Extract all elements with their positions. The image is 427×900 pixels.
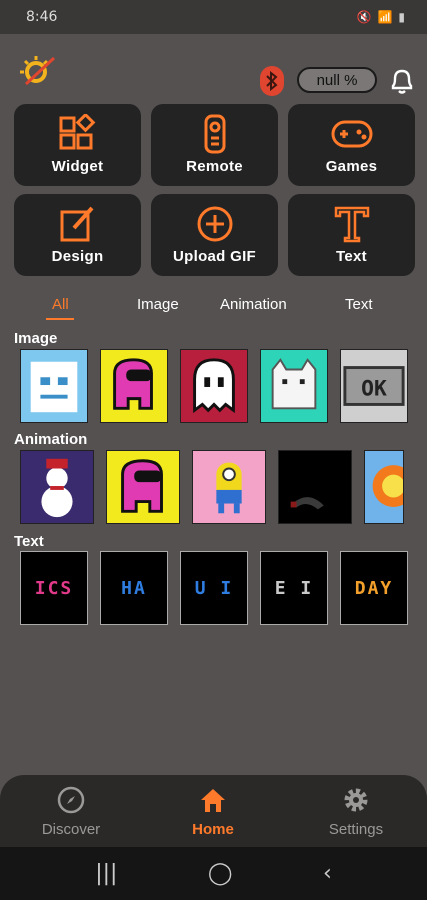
widget-tile[interactable]: Widget xyxy=(14,104,141,186)
remote-tile[interactable]: Remote xyxy=(151,104,278,186)
text-thumb-4[interactable]: E I xyxy=(260,551,328,625)
section-animation-title: Animation xyxy=(14,431,88,448)
text-thumb-1[interactable]: ICS xyxy=(20,551,88,625)
nav-home[interactable]: Home xyxy=(158,785,268,838)
logo-icon xyxy=(20,56,56,86)
text-T-icon xyxy=(334,206,369,243)
widget-icon xyxy=(59,114,95,150)
nav-settings[interactable]: Settings xyxy=(301,785,411,838)
remote-label: Remote xyxy=(186,158,243,175)
status-bar: 8:46 🔇 📶 ▮ xyxy=(0,0,427,34)
animation-thumb-snowman[interactable] xyxy=(20,450,94,524)
animation-row xyxy=(20,450,404,526)
status-time: 8:46 xyxy=(26,9,58,25)
text-tile[interactable]: Text xyxy=(288,194,415,276)
compass-icon xyxy=(57,786,85,814)
gear-icon xyxy=(344,788,368,812)
home-icon xyxy=(201,789,225,812)
tab-active-underline xyxy=(46,318,74,320)
home-circle-icon[interactable]: ◯ xyxy=(208,861,233,886)
wifi-icon: 📶 xyxy=(377,10,393,24)
back-icon[interactable]: ‹ xyxy=(323,861,332,886)
games-tile[interactable]: Games xyxy=(288,104,415,186)
text-thumb-2[interactable]: HA xyxy=(100,551,168,625)
text-row: ICS HA U I E I DAY xyxy=(20,551,408,627)
mute-icon: 🔇 xyxy=(356,10,372,24)
bell-icon[interactable] xyxy=(388,66,416,96)
battery-icon: ▮ xyxy=(398,10,405,24)
section-image-title: Image xyxy=(14,330,58,347)
animation-thumb-minion[interactable] xyxy=(192,450,266,524)
app-header: null % xyxy=(0,34,427,100)
tab-animation[interactable]: Animation xyxy=(220,296,287,313)
gamepad-icon xyxy=(331,120,372,148)
nav-settings-label: Settings xyxy=(328,821,384,838)
plus-circle-icon xyxy=(197,206,232,242)
animation-thumb-explosion[interactable] xyxy=(364,450,404,524)
image-thumb-cat[interactable] xyxy=(260,349,328,423)
nav-home-label: Home xyxy=(192,821,234,838)
text-thumb-3[interactable]: U I xyxy=(180,551,248,625)
image-thumb-robot[interactable] xyxy=(20,349,88,423)
image-row: OK xyxy=(20,349,408,425)
image-thumb-among-us-pink[interactable] xyxy=(100,349,168,423)
upload-gif-tile[interactable]: Upload GIF xyxy=(151,194,278,276)
upload-gif-label: Upload GIF xyxy=(173,248,256,265)
filter-tabs: All Image Animation Text xyxy=(0,292,427,324)
edit-icon xyxy=(60,206,93,242)
tab-image[interactable]: Image xyxy=(137,296,179,313)
image-thumb-ghost[interactable] xyxy=(180,349,248,423)
tab-all[interactable]: All xyxy=(52,296,69,313)
bottom-nav: Discover Home Settings xyxy=(0,775,427,847)
animation-thumb-dark[interactable] xyxy=(278,450,352,524)
bluetooth-icon[interactable] xyxy=(260,66,284,96)
system-nav-bar: ||| ◯ ‹ xyxy=(0,847,427,900)
device-battery-indicator: null % xyxy=(297,67,377,93)
animation-thumb-among-us[interactable] xyxy=(106,450,180,524)
nav-discover[interactable]: Discover xyxy=(16,785,126,838)
remote-icon xyxy=(204,114,225,154)
widget-label: Widget xyxy=(51,158,104,175)
image-thumb-ok-button[interactable]: OK xyxy=(340,349,408,423)
text-thumb-5[interactable]: DAY xyxy=(340,551,408,625)
svg-text:OK: OK xyxy=(361,377,387,402)
recent-apps-icon[interactable]: ||| xyxy=(95,861,117,886)
design-label: Design xyxy=(51,248,104,265)
tab-text[interactable]: Text xyxy=(345,296,373,313)
feature-tiles: Widget Remote Games Design Upload GIF Te… xyxy=(14,104,415,276)
text-label: Text xyxy=(336,248,367,265)
nav-discover-label: Discover xyxy=(41,821,101,838)
status-icons: 🔇 📶 ▮ xyxy=(356,10,405,24)
design-tile[interactable]: Design xyxy=(14,194,141,276)
games-label: Games xyxy=(325,158,378,175)
section-text-title: Text xyxy=(14,533,44,550)
